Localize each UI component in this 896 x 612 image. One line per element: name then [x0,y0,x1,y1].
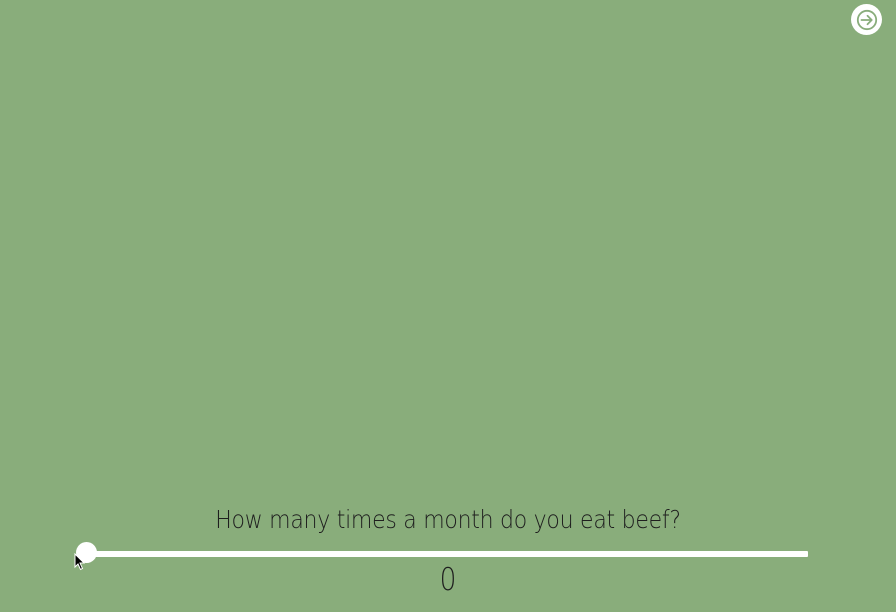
slider-value: 0 [439,562,457,598]
slider-thumb[interactable] [75,542,97,563]
arrow-right-icon [856,9,877,30]
question-text: How many times a month do you eat beef? [215,505,681,534]
slider-track[interactable] [86,551,808,557]
survey-page: How many times a month do you eat beef? … [0,0,896,612]
next-button[interactable] [851,4,882,35]
